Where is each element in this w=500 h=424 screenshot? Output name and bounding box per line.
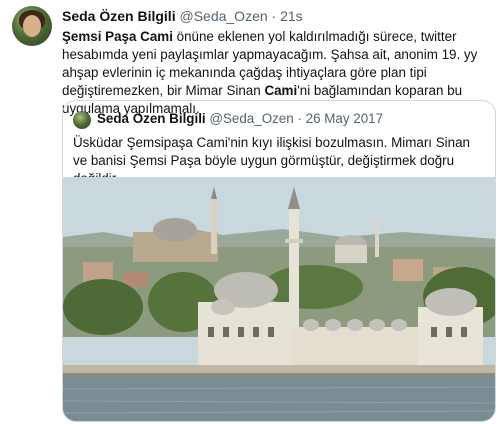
quoted-author-handle: @Seda_Ozen: [209, 111, 294, 126]
tweet-text-bold-1: Şemsi Paşa Cami: [62, 29, 173, 44]
quoted-author-name: Seda Özen Bilgili: [97, 111, 206, 126]
avatar-face: [23, 15, 41, 37]
tweet-header: Seda Özen Bilgili @Seda_Ozen · 21s: [62, 8, 303, 24]
author-avatar[interactable]: [12, 6, 52, 46]
separator-dot: ·: [271, 8, 277, 24]
author-name[interactable]: Seda Özen Bilgili: [62, 8, 176, 24]
author-handle[interactable]: @Seda_Ozen: [179, 8, 267, 24]
tweet-time[interactable]: 21s: [280, 8, 303, 24]
quoted-author-avatar: [73, 111, 91, 129]
quoted-tweet[interactable]: Seda Özen Bilgili @Seda_Ozen · 26 May 20…: [62, 100, 496, 422]
mosque-on-shore-photo[interactable]: [63, 177, 496, 422]
quoted-tweet-header: Seda Özen Bilgili @Seda_Ozen · 26 May 20…: [97, 111, 383, 126]
quoted-date: 26 May 2017: [305, 111, 384, 126]
quoted-separator-dot: ·: [297, 111, 302, 126]
tweet-text-bold-2: Cami: [264, 83, 298, 98]
